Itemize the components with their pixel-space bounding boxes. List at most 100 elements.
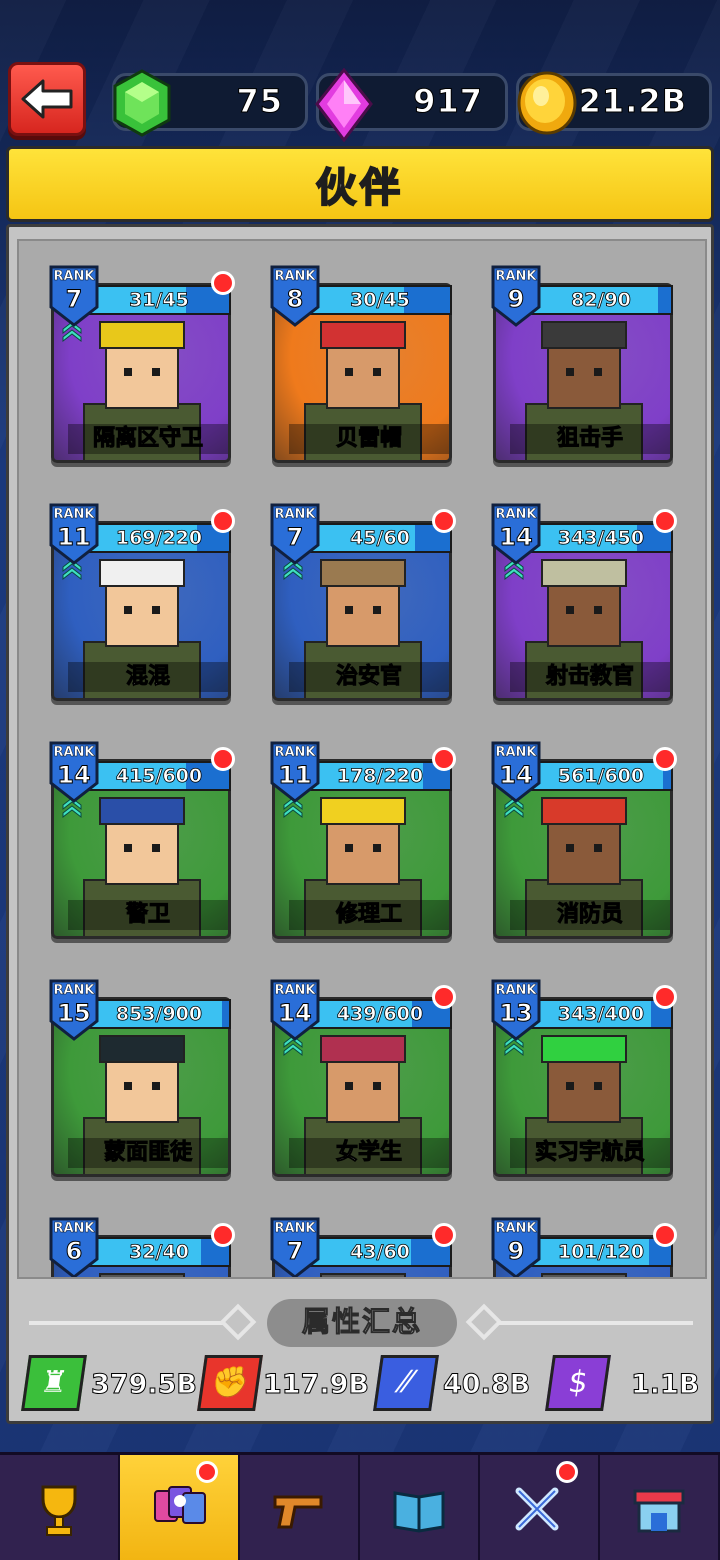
rank-label: RANK xyxy=(53,983,95,998)
progress-text: 31/45 xyxy=(129,289,190,312)
notification-dot xyxy=(653,747,677,771)
partner-card[interactable]: Lv.615隔离区守卫31/45RANK7 xyxy=(47,263,235,467)
crystal-counter[interactable]: 917 xyxy=(315,68,508,142)
rank-label: RANK xyxy=(53,745,95,760)
crystal-value: 917 xyxy=(413,82,483,121)
rank-number: 7 xyxy=(286,523,304,552)
partner-card[interactable]: Lv.999蒙面匪徒853/900RANK15 xyxy=(47,977,233,1181)
notification-dot xyxy=(653,509,677,533)
rank-number: 14 xyxy=(499,761,533,790)
partner-card[interactable]: Lv.675女学生439/600RANK14 xyxy=(268,977,456,1181)
partner-card[interactable]: Lv.513治安官45/60RANK7 xyxy=(268,501,456,705)
rank-label: RANK xyxy=(495,269,537,284)
rank-badge: RANK 7 xyxy=(47,263,101,327)
notification-dot xyxy=(653,1223,677,1247)
rank-number: 9 xyxy=(507,1237,525,1266)
nav-tab-partners[interactable] xyxy=(120,1455,240,1560)
rank-number: 9 xyxy=(507,285,525,314)
notification-dot xyxy=(432,1223,456,1247)
stat-value: 1.1B xyxy=(630,1369,700,1401)
nav-tab-pistol[interactable] xyxy=(240,1455,360,1560)
nav-tab-swords[interactable] xyxy=(480,1455,600,1560)
partner-card[interactable]: Lv.335修理工178/220RANK11 xyxy=(268,739,456,943)
bullets-icon: ⁄⁄ xyxy=(373,1355,439,1411)
partner-card[interactable]: Lv.176101/120RANK9 xyxy=(489,1215,677,1277)
partner-shard-progress: 30/45 xyxy=(308,285,452,315)
coin-value: 21.2B xyxy=(578,82,687,121)
notification-dot xyxy=(211,1223,235,1247)
stat-value: 379.5B xyxy=(91,1369,198,1401)
page-title-bar: 伙伴 xyxy=(6,146,714,222)
back-button[interactable] xyxy=(8,62,86,136)
rank-badge: RANK 11 xyxy=(268,739,322,803)
partner-shard-progress: 82/90 xyxy=(529,285,673,315)
notification-dot xyxy=(211,271,235,295)
rank-label: RANK xyxy=(495,983,537,998)
partner-name: 隔离区守卫 xyxy=(68,424,228,454)
partner-shard-progress: 561/600 xyxy=(529,761,673,791)
nav-tab-trophy[interactable] xyxy=(0,1455,120,1560)
rank-number: 8 xyxy=(286,285,304,314)
partner-card[interactable]: Lv.344实习宇航员343/400RANK13 xyxy=(489,977,677,1181)
stat-value: 117.9B xyxy=(263,1369,370,1401)
pistol-icon xyxy=(273,1495,323,1529)
page-title: 伙伴 xyxy=(315,164,404,212)
partner-shard-progress: 43/60 xyxy=(308,1237,452,1267)
partner-name: 狙击手 xyxy=(510,424,670,454)
partner-shard-progress: 343/450 xyxy=(529,523,673,553)
progress-text: 343/400 xyxy=(557,1003,645,1026)
progress-text: 343/450 xyxy=(557,527,645,550)
nav-tab-shop[interactable] xyxy=(600,1455,720,1560)
partner-card[interactable]: Lv.30843/60RANK7 xyxy=(268,1215,456,1277)
rank-badge: RANK 7 xyxy=(268,1215,322,1277)
rank-label: RANK xyxy=(53,269,95,284)
partner-name: 消防员 xyxy=(510,900,670,930)
progress-text: 43/60 xyxy=(350,1241,411,1264)
partner-card[interactable]: Lv.901贝雷帽30/45RANK8 xyxy=(268,263,454,467)
coin-counter[interactable]: 21.2B xyxy=(516,71,712,135)
notification-dot xyxy=(196,1461,218,1483)
stat-tower: ♜ 379.5B xyxy=(21,1355,198,1415)
rank-badge: RANK 14 xyxy=(489,501,543,565)
partner-card[interactable]: Lv.430警卫415/600RANK14 xyxy=(47,739,235,943)
tower-icon: ♜ xyxy=(21,1355,87,1411)
gem-counter[interactable]: 75 xyxy=(112,69,308,137)
partner-grid[interactable]: Lv.615隔离区守卫31/45RANK7Lv.901贝雷帽30/45RANK8… xyxy=(17,239,707,1279)
rank-badge: RANK 15 xyxy=(47,977,101,1041)
partner-card[interactable]: Lv.623混混169/220RANK11 xyxy=(47,501,235,705)
partner-shard-progress: 343/400 xyxy=(529,999,673,1029)
partner-shard-progress: 178/220 xyxy=(308,761,452,791)
partner-card[interactable]: Lv.485消防员561/600RANK14 xyxy=(489,739,677,943)
rank-label: RANK xyxy=(274,983,316,998)
partner-card[interactable]: Lv.999狙击手82/90RANK9 xyxy=(489,263,675,467)
top-bar: 75 917 21.2B xyxy=(0,62,720,142)
bottom-nav xyxy=(0,1452,720,1560)
shop-icon xyxy=(633,1489,685,1533)
partner-name: 实习宇航员 xyxy=(510,1138,670,1168)
partner-name: 警卫 xyxy=(68,900,228,930)
notification-dot xyxy=(432,747,456,771)
rank-number: 11 xyxy=(57,523,91,552)
notification-dot xyxy=(653,985,677,1009)
progress-text: 178/220 xyxy=(336,765,424,788)
rank-badge: RANK 8 xyxy=(268,263,322,327)
attribute-summary-title: 属性汇总 xyxy=(267,1299,457,1347)
progress-text: 82/90 xyxy=(571,289,632,312)
rank-label: RANK xyxy=(53,1221,95,1236)
rank-number: 7 xyxy=(65,285,83,314)
notification-dot xyxy=(556,1461,578,1483)
rank-label: RANK xyxy=(274,507,316,522)
rank-badge: RANK 14 xyxy=(268,977,322,1041)
notification-dot xyxy=(211,747,235,771)
partner-card[interactable]: Lv.44432/40RANK6 xyxy=(47,1215,235,1277)
stat-fist: ✊ 117.9B xyxy=(197,1355,371,1415)
stat-money-bag: $1.1B xyxy=(545,1355,719,1415)
gem-value: 75 xyxy=(236,82,283,121)
nav-tab-book[interactable] xyxy=(360,1455,480,1560)
back-arrow-icon xyxy=(21,79,73,119)
partner-name: 混混 xyxy=(68,662,228,692)
partner-card[interactable]: Lv.759射击教官343/450RANK14 xyxy=(489,501,677,705)
rank-badge: RANK 14 xyxy=(47,739,101,803)
rank-number: 11 xyxy=(278,761,312,790)
partners-icon xyxy=(154,1486,206,1524)
